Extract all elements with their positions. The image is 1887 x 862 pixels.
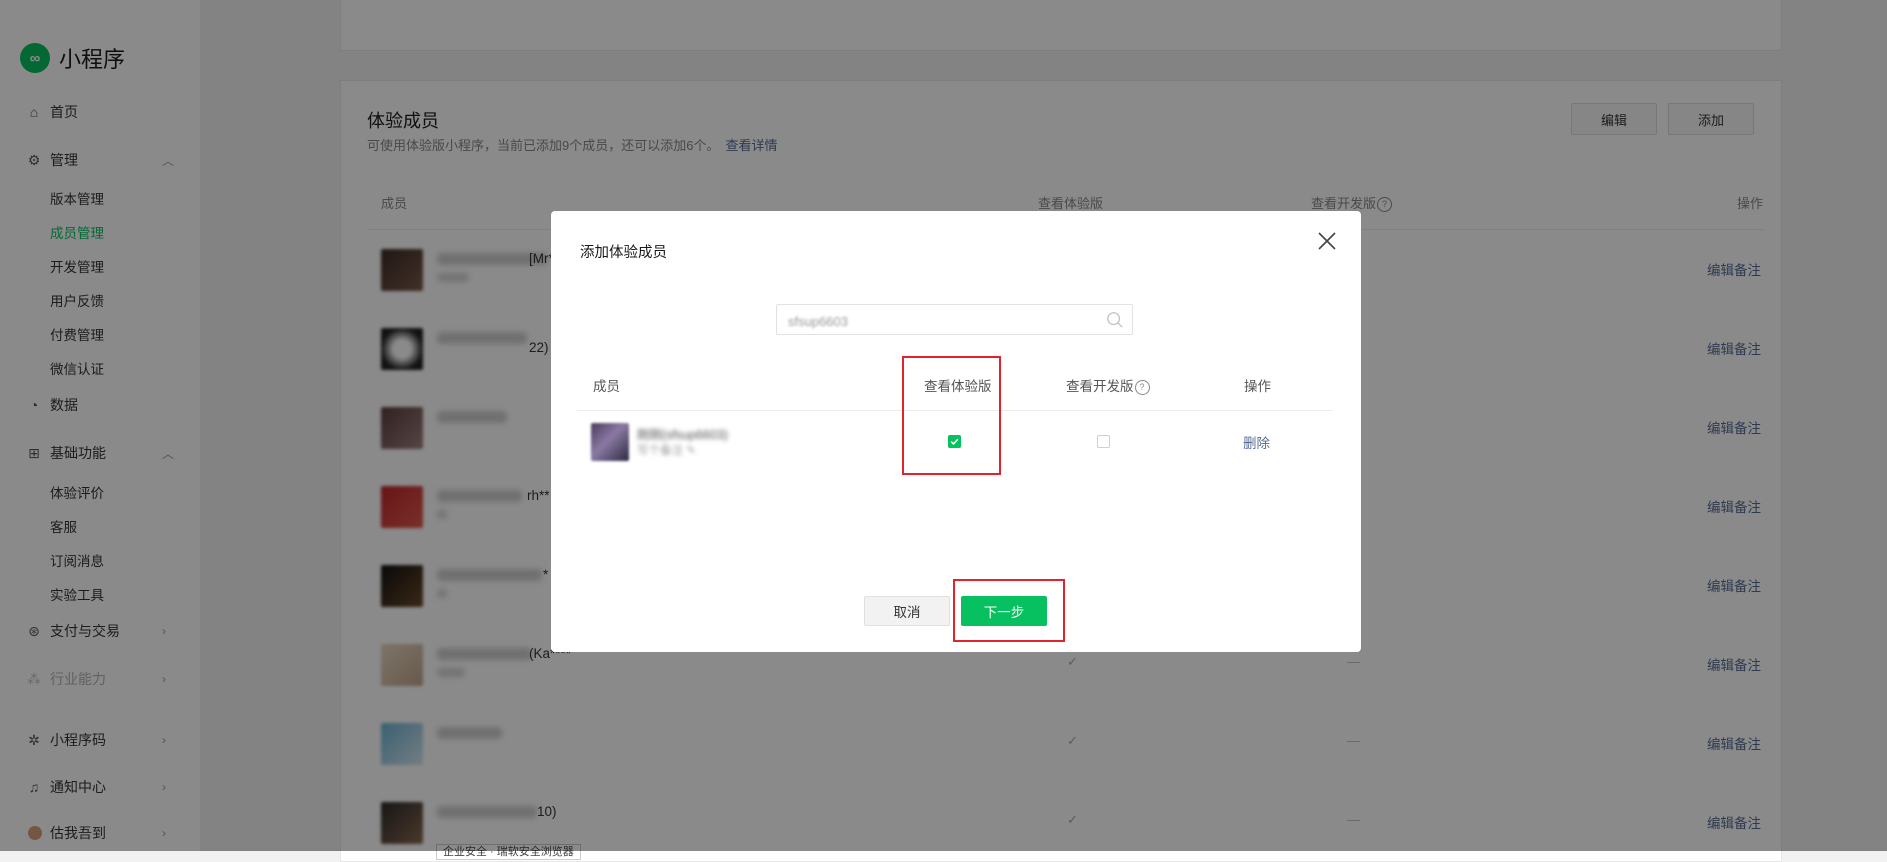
member-remark[interactable]: 写个备注 ✎ [637, 442, 696, 458]
search-icon[interactable] [1106, 311, 1124, 329]
modal-col-member: 成员 [593, 379, 620, 394]
add-trial-member-dialog: 添加体验成员 成员 查看体验版 查看开发版? 操作 刚刚(sfsup6603) … [551, 211, 1361, 652]
modal-col-action: 操作 [1244, 379, 1271, 394]
highlight-box-trial-checkbox [902, 356, 1001, 475]
cancel-button[interactable]: 取消 [864, 596, 950, 626]
member-name: 刚刚(sfsup6603) [637, 428, 729, 442]
modal-col-view-dev-label: 查看开发版 [1066, 379, 1134, 394]
member-search-field[interactable] [776, 304, 1133, 335]
close-icon[interactable] [1315, 229, 1339, 253]
member-avatar [591, 423, 629, 461]
help-icon[interactable]: ? [1134, 379, 1150, 395]
highlight-box-next-button [953, 579, 1065, 642]
modal-col-view-dev: 查看开发版? [1066, 375, 1150, 395]
search-input[interactable] [786, 310, 1090, 332]
delete-member-link[interactable]: 删除 [1243, 432, 1270, 452]
view-dev-checkbox[interactable] [1097, 435, 1110, 448]
dialog-title: 添加体验成员 [580, 245, 667, 261]
